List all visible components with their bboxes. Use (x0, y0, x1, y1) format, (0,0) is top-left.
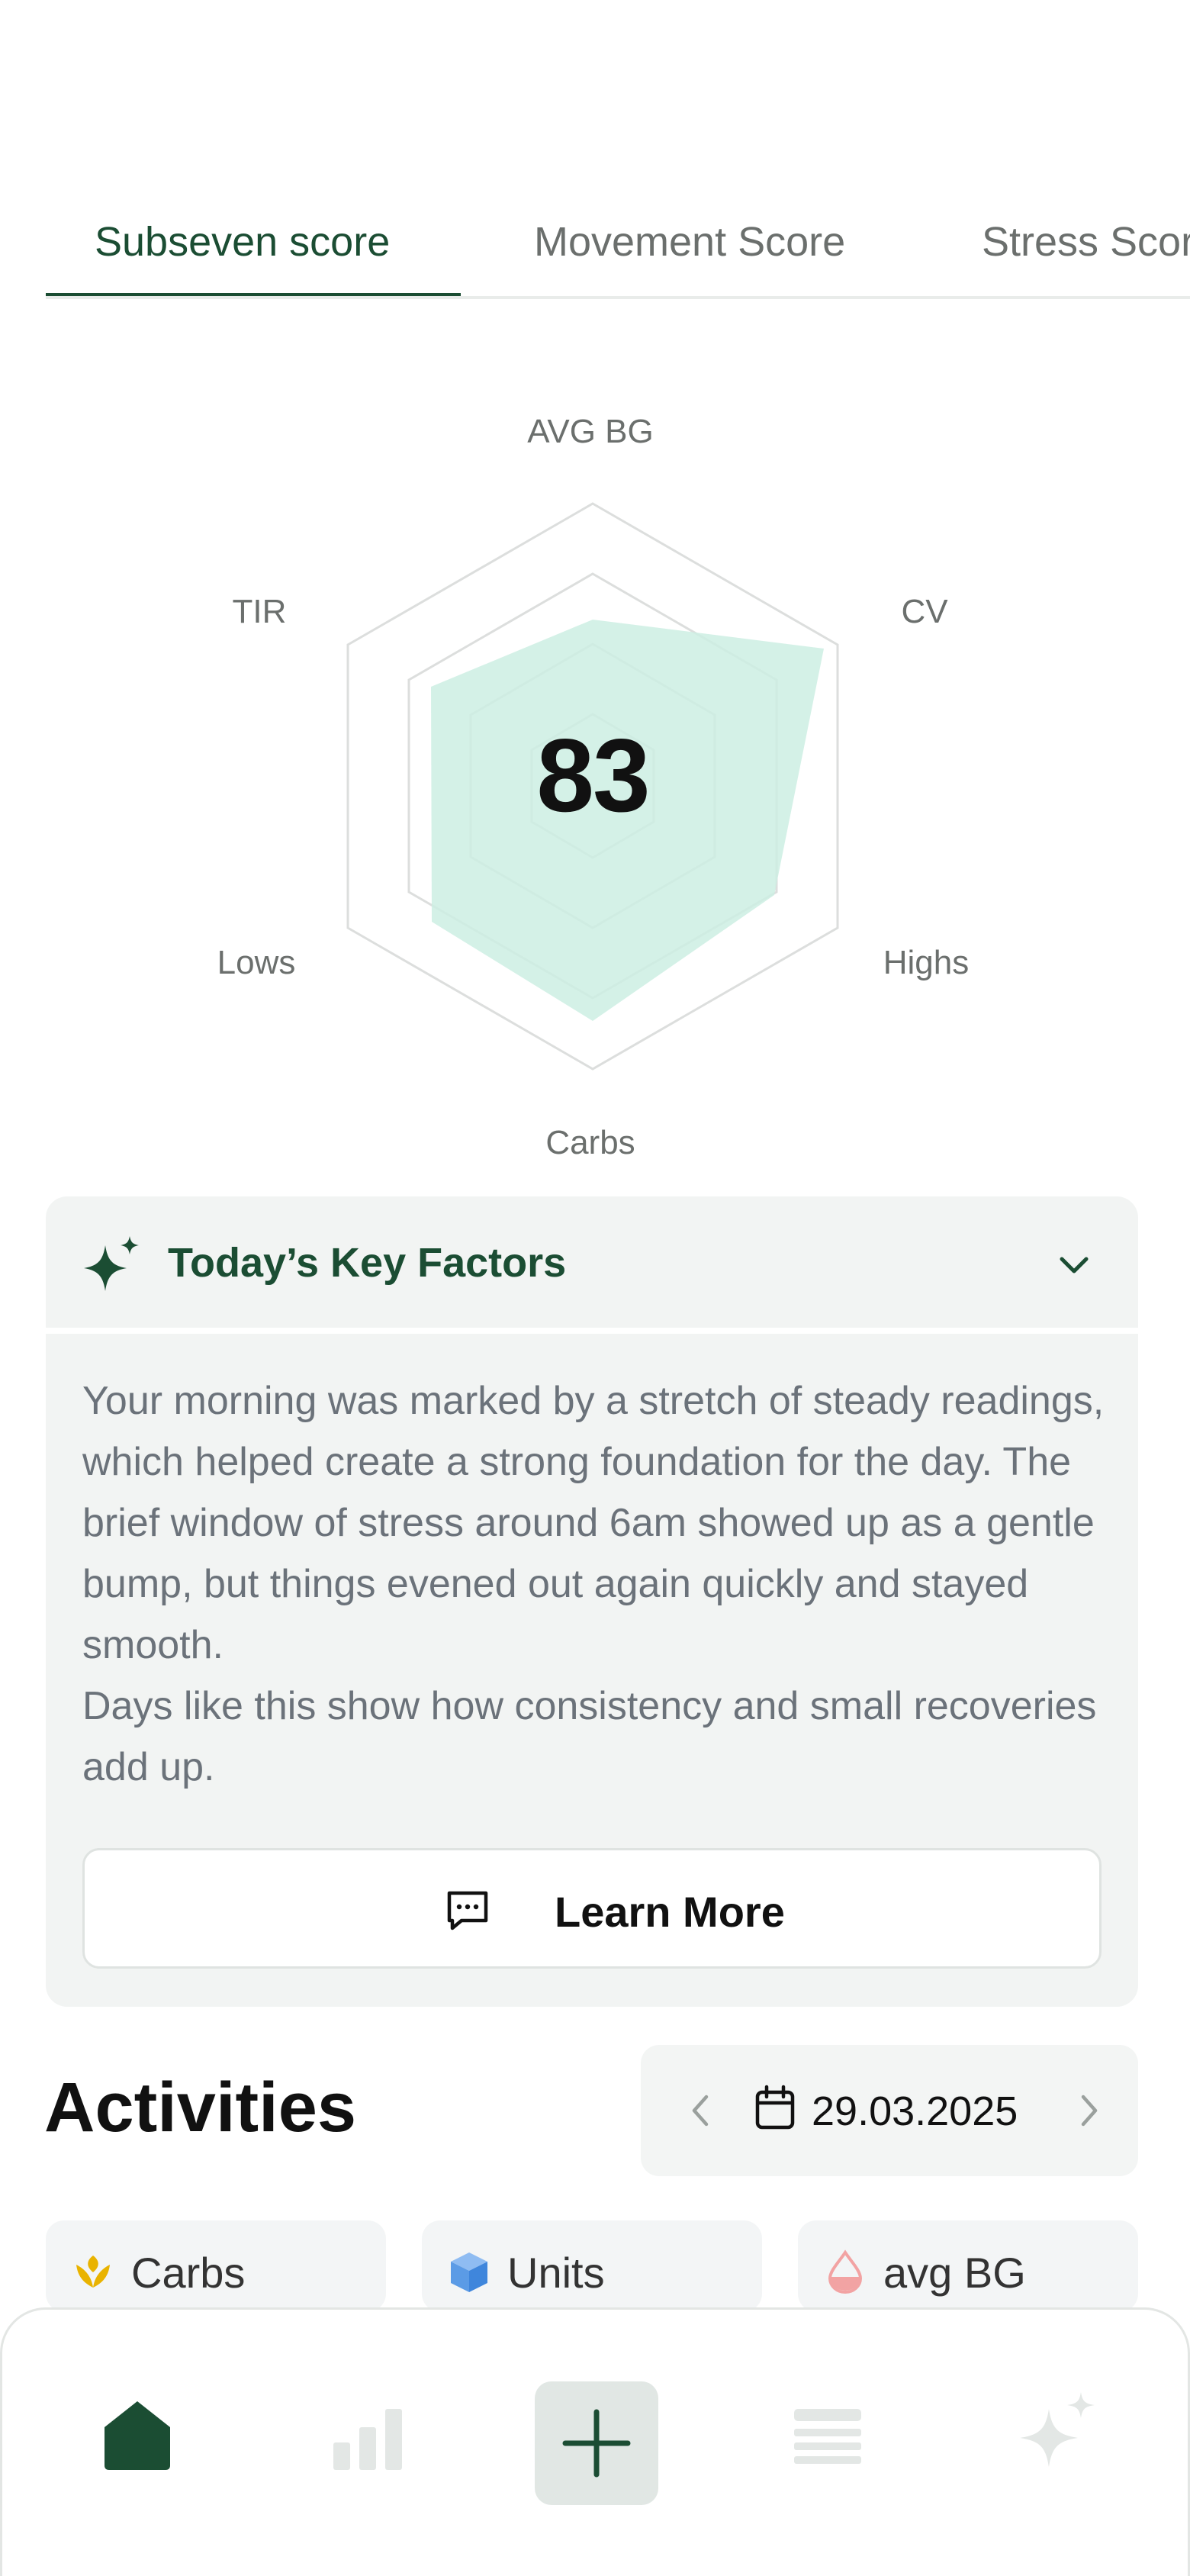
activity-chip-units[interactable]: Units (422, 2220, 762, 2312)
tab-stress-score[interactable]: Stress Score (982, 218, 1190, 266)
activity-chip-avg-bg[interactable]: avg BG (798, 2220, 1138, 2312)
drop-icon (828, 2249, 863, 2294)
activity-chip-carbs[interactable]: Carbs (46, 2220, 386, 2312)
bar-chart-icon[interactable] (318, 2381, 417, 2481)
axis-label-carbs: Carbs (545, 1124, 635, 1161)
chip-label: Carbs (131, 2249, 246, 2297)
axis-label-cv: CV (901, 593, 948, 630)
score-radar-chart: AVG BG CV Highs Carbs Lows TIR 83 (0, 382, 1190, 1175)
axis-label-avg-bg: AVG BG (527, 413, 654, 450)
learn-more-button[interactable]: Learn More (82, 1848, 1102, 1969)
axis-label-highs: Highs (883, 944, 970, 981)
chip-label: Units (507, 2249, 605, 2297)
chevron-right-icon[interactable] (1068, 2088, 1111, 2133)
chip-label: avg BG (883, 2249, 1026, 2297)
tab-subseven-score[interactable]: Subseven score (95, 218, 390, 266)
chevron-left-icon[interactable] (679, 2088, 722, 2133)
sparkle-icon[interactable] (1009, 2381, 1108, 2481)
key-factors-card: Today’s Key Factors Your morning was mar… (46, 1196, 1138, 2007)
key-factors-paragraph-1: Your morning was marked by a stretch of … (82, 1379, 1105, 1667)
key-factors-paragraph-2: Days like this show how consistency and … (82, 1684, 1097, 1789)
active-tab-indicator (46, 293, 461, 296)
score-tabs: Subseven score Movement Score Stress Sco… (46, 206, 1190, 299)
add-button[interactable] (535, 2381, 658, 2505)
date-text[interactable]: 29.03.2025 (812, 2088, 1018, 2135)
axis-label-tir: TIR (232, 593, 287, 630)
key-factors-header[interactable]: Today’s Key Factors (46, 1196, 1138, 1328)
key-factors-text: Your morning was marked by a stretch of … (82, 1370, 1105, 1798)
home-icon[interactable] (88, 2381, 187, 2481)
list-icon[interactable] (779, 2381, 878, 2481)
wheat-icon (76, 2256, 110, 2288)
learn-more-label: Learn More (555, 1888, 785, 1936)
plus-icon (562, 2409, 631, 2478)
tab-movement-score[interactable]: Movement Score (534, 218, 845, 266)
key-factors-title: Today’s Key Factors (168, 1240, 567, 1286)
chevron-down-icon[interactable] (1053, 1244, 1095, 1286)
chat-bubble-icon (447, 1891, 488, 1930)
axis-label-lows: Lows (217, 944, 296, 981)
calendar-icon[interactable] (754, 2085, 796, 2132)
card-divider (46, 1328, 1138, 1334)
activities-title: Activities (44, 2069, 357, 2146)
cube-icon (451, 2252, 487, 2292)
score-value: 83 (536, 717, 650, 833)
bottom-navigation (0, 2307, 1190, 2576)
date-selector: 29.03.2025 (641, 2045, 1138, 2176)
sparkle-icon (84, 1236, 139, 1291)
